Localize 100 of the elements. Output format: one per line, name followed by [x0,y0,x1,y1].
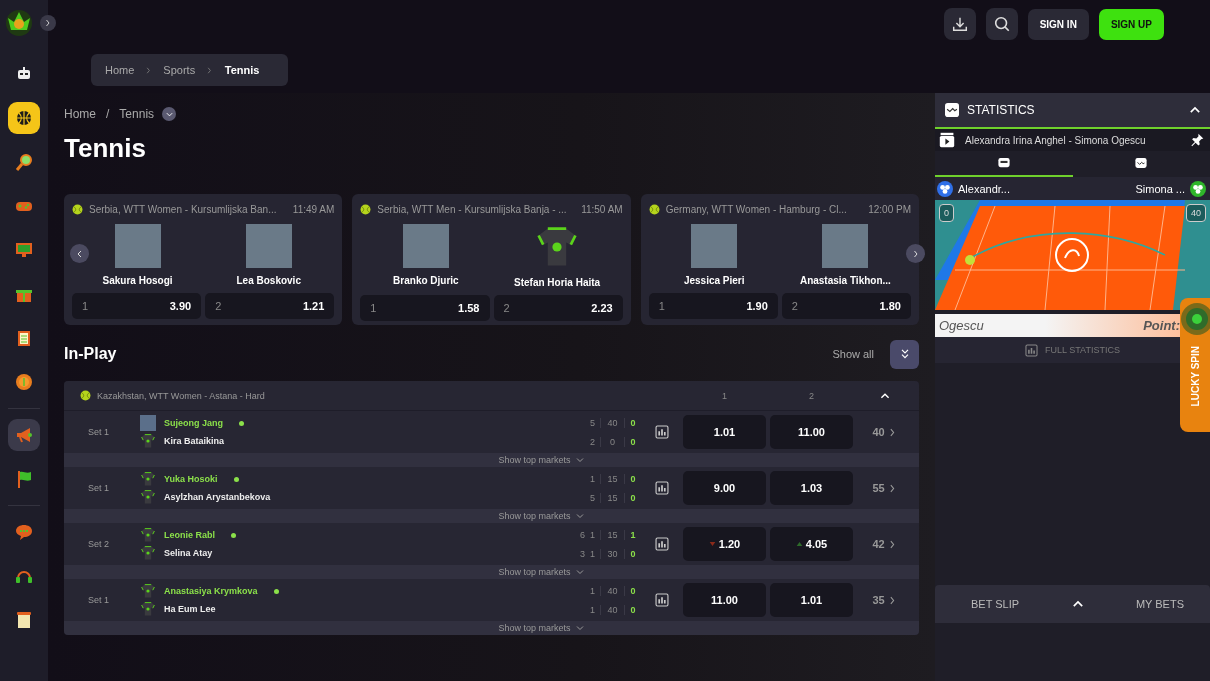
player-name: Sujeong Jang [164,418,223,428]
point-score: 40 [600,417,625,428]
odds-button[interactable]: 1 1.90 [648,293,778,319]
basketball-icon [14,108,34,128]
point-label: Point: [1143,318,1180,333]
odds-button[interactable]: 1.03 [770,471,853,505]
download-button[interactable] [943,8,976,40]
chevron-down-icon [574,567,585,577]
collapse-button[interactable] [890,339,919,369]
bar-chart-icon [655,481,669,495]
player-name: Kira Bataikina [164,436,225,446]
page-title: Tennis [64,133,147,164]
breadcrumb-link[interactable]: Home [103,62,137,78]
player-name: Stefan Horia Haita [514,277,601,288]
odds-button[interactable]: 1.01 [683,415,766,449]
triangle-down-icon [708,541,716,547]
pin-icon [1190,133,1204,147]
expand-button[interactable] [40,15,56,31]
show-top-markets-button[interactable]: Show top markets [498,509,585,523]
chevron-down-icon [574,455,585,465]
player-name: Branko Djuric [393,275,459,286]
more-markets-link[interactable]: 42 [857,538,913,550]
more-markets-link[interactable]: 55 [857,482,913,494]
breadcrumb-link[interactable]: Tennis [222,62,263,78]
line-chart-icon [1134,156,1149,170]
jersey-icon [140,545,156,561]
game-score: 5 [590,417,595,428]
league-name: Serbia, WTT Women - Kursumlijska Ban... [89,204,278,215]
wheel-icon [1180,302,1210,336]
player-name: Anastasia Tikhon... [799,275,891,286]
odds-button[interactable]: 1 1.58 [360,295,490,321]
odds-button[interactable]: 9.00 [683,471,766,505]
tennis-ball-icon [72,204,83,215]
odds-label: 1 [658,300,665,312]
photo-placeholder [691,224,738,268]
point-score: 30 [600,548,625,559]
show-all-link[interactable]: Show all [832,348,874,360]
odds-button[interactable]: 4.05 [770,527,853,561]
odds-button[interactable]: 11.00 [683,583,766,617]
league-name: Serbia, WTT Men - Kursumlijska Banja - ... [377,204,568,215]
team-badge-icon [1190,180,1206,197]
match-title: Alexandra Irina Anghel - Simona Ogescu [965,134,1147,146]
odds-value: 1.21 [302,300,325,312]
odds-button[interactable]: 2 1.21 [205,293,335,319]
player-name: Sakura Hosogi [102,275,173,286]
odds-value: 1.80 [879,300,901,312]
tennis-ball-icon [80,390,91,401]
odds-label: 2 [503,302,510,314]
megaphone-icon [14,425,34,445]
player-name: Selina Atay [164,548,213,558]
more-markets-link[interactable]: 40 [857,426,913,438]
column-header: 1 [722,390,727,401]
jersey-icon [140,527,156,543]
show-top-markets-button[interactable]: Show top markets [498,453,585,467]
photo-placeholder [245,224,292,268]
current-score: 0 [629,492,637,503]
jersey-icon [140,583,156,599]
photo-placeholder [140,415,156,431]
odds-button[interactable]: 2 1.80 [781,293,911,319]
player-name: Alexandr... [958,182,1010,195]
breadcrumb-link[interactable]: Sports [161,62,198,78]
odds-button[interactable]: 1.20 [683,527,766,561]
game-score: 1 [590,604,595,615]
odds-button[interactable]: 11.00 [770,415,853,449]
game-score: 1 [590,548,595,559]
bar-chart-icon [1025,343,1039,357]
bet-bar-tab[interactable]: MY BETS [1135,598,1184,610]
odds-label: 1 [82,300,89,312]
path-link[interactable]: Tennis [119,107,155,121]
column-header: 2 [809,390,814,401]
sidebar-item[interactable] [8,102,40,134]
panel-title: STATISTICS [967,103,1036,117]
bar-chart-icon [655,425,669,439]
path-separator: / [106,107,110,121]
photo-placeholder [402,224,449,268]
player-name: Ogescu [939,318,985,333]
sign-in-button[interactable]: SIGN IN [1027,8,1089,40]
bet-bar-tab[interactable]: BET SLIP [971,598,1020,610]
more-markets-link[interactable]: 35 [857,594,913,606]
path-link[interactable]: Home [64,107,96,121]
coin-icon [14,372,34,392]
show-top-markets-button[interactable]: Show top markets [498,621,585,635]
player-name: Asylzhan Arystanbekova [164,492,271,502]
show-top-markets-button[interactable]: Show top markets [498,565,585,579]
point-score: 0 [600,436,625,447]
search-icon [992,15,1011,33]
odds-value: 2.23 [591,302,613,314]
odds-button[interactable]: 1.01 [770,583,853,617]
game-score: 2 [590,436,595,447]
odds-button[interactable]: 1 3.90 [72,293,202,319]
dropdown-button[interactable] [162,107,177,121]
tennis-ball-icon [360,204,372,215]
sign-up-button[interactable]: SIGN UP [1098,8,1164,40]
current-score: 0 [629,436,637,447]
bar-chart-icon [655,593,669,607]
chevron-down-icon [574,623,585,633]
search-button[interactable] [985,8,1018,40]
match-time: 11:50 AM [581,204,623,215]
set-label: Set 1 [87,483,110,493]
odds-button[interactable]: 2 2.23 [493,295,623,321]
